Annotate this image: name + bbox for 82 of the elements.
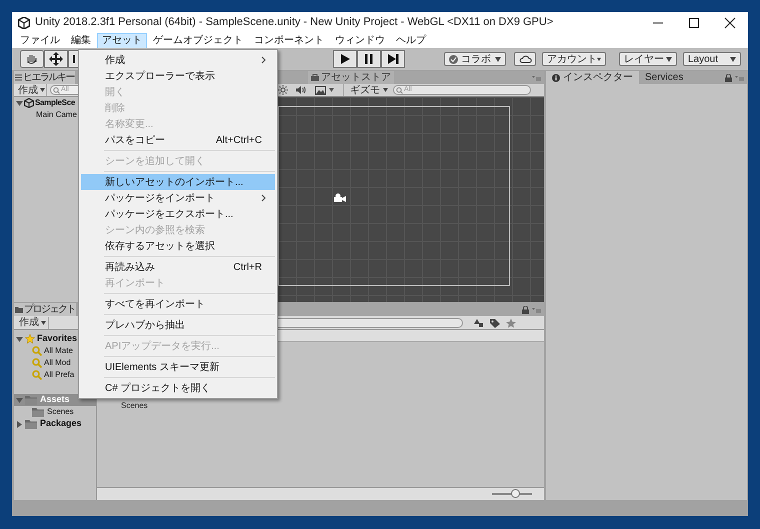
slider-thumb[interactable] <box>511 489 520 498</box>
star-icon[interactable] <box>505 318 517 328</box>
info-icon <box>552 74 560 82</box>
list-icon <box>15 74 22 81</box>
asset-label[interactable]: Scenes <box>121 400 148 410</box>
menu-item[interactable]: 作成 <box>81 52 275 68</box>
lock-icon[interactable] <box>725 74 732 82</box>
folder-icon <box>25 419 37 429</box>
dropdown-button[interactable]: アカウント <box>542 52 606 66</box>
shortcut-label: Ctrl+R <box>233 260 262 274</box>
caret-icon <box>40 88 45 92</box>
inspector-tab[interactable]: インスペクター <box>546 71 639 84</box>
menu-item[interactable]: 新しいアセットのインポート... <box>81 174 275 190</box>
menu-item[interactable]: 再読み込み Ctrl+R <box>81 259 275 275</box>
image-icon[interactable] <box>315 86 326 94</box>
pause-icon[interactable] <box>357 50 381 68</box>
sun-icon[interactable] <box>278 85 288 95</box>
dropdown-button[interactable]: Layout <box>683 52 741 66</box>
caret-icon[interactable] <box>329 88 334 92</box>
search-icon <box>53 86 60 94</box>
tree-item[interactable]: Packages <box>14 418 96 430</box>
cloud-icon <box>518 55 532 63</box>
menu-item[interactable]: C# プロジェクトを開く <box>81 380 275 396</box>
menu-item[interactable]: ゲームオブジェクト <box>148 32 248 48</box>
speaker-icon[interactable] <box>295 85 306 95</box>
star-icon <box>25 334 35 344</box>
menu-item[interactable]: ファイル <box>15 32 65 48</box>
menu-item[interactable]: すべてを再インポート <box>81 296 275 312</box>
menu-item[interactable]: エクスプローラーで表示 <box>81 68 275 84</box>
dropdown-button[interactable]: レイヤー <box>619 52 677 66</box>
expanded-arrow-icon <box>16 336 23 342</box>
unity-logo-icon <box>24 98 34 108</box>
lock-icon[interactable] <box>522 306 529 314</box>
camera-icon <box>333 193 347 203</box>
collapsed-arrow-icon <box>16 420 23 428</box>
menu-item[interactable]: 編集 <box>66 32 96 48</box>
create-dropdown[interactable]: 作成 <box>17 84 47 96</box>
folder-icon <box>25 395 37 405</box>
menu-item[interactable]: パッケージをインポート <box>81 190 275 206</box>
tree-item[interactable]: Scenes <box>14 406 96 418</box>
asset-store-tab[interactable]: アセットストア <box>308 71 394 84</box>
shapes-filter-icon[interactable] <box>473 318 485 328</box>
tag-icon[interactable] <box>489 318 501 328</box>
menu-item[interactable]: コンポーネント <box>249 32 329 48</box>
unity-logo-icon <box>18 16 30 28</box>
menu-item[interactable]: パッケージをエクスポート... <box>81 206 275 222</box>
hierarchy-tab[interactable]: ヒエラルキー <box>14 71 75 84</box>
search-icon <box>32 358 42 368</box>
step-icon[interactable] <box>381 50 405 68</box>
menu-item[interactable]: ヘルプ <box>391 32 431 48</box>
play-icon[interactable] <box>333 50 357 68</box>
caret-icon <box>495 56 501 62</box>
window-title: Unity 2018.2.3f1 Personal (64bit) - SampleScene.unity - New Unity Project - WebGL <DX11 on DX9 GPU> <box>35 15 554 30</box>
gizmos-dropdown[interactable]: ギズモ <box>343 84 390 96</box>
expanded-arrow-icon[interactable] <box>16 100 23 106</box>
caret-icon <box>666 56 672 62</box>
cloud-button[interactable] <box>514 52 536 66</box>
search-icon <box>32 346 42 356</box>
shortcut-label: Alt+Ctrl+C <box>216 134 262 148</box>
collab-button[interactable]: コラボ <box>444 52 506 66</box>
menu-item[interactable]: アセット <box>97 32 147 48</box>
search-icon <box>32 370 42 380</box>
menu-item[interactable]: 依存するアセットを選択 <box>81 238 275 254</box>
menu-item[interactable]: プレハブから抽出 <box>81 317 275 333</box>
caret-icon <box>383 88 388 92</box>
expanded-arrow-icon <box>16 396 23 404</box>
folder-icon <box>15 306 23 313</box>
check-circle-icon <box>449 54 458 64</box>
caret-icon <box>730 56 736 62</box>
store-icon <box>311 74 319 81</box>
inspector-tab[interactable]: Services <box>639 71 690 84</box>
search-icon <box>396 86 403 94</box>
create-dropdown[interactable]: 作成 <box>17 316 49 328</box>
folder-icon <box>32 407 44 417</box>
hand-tool-icon[interactable] <box>20 50 44 68</box>
scene-item[interactable]: SampleSce <box>35 97 75 109</box>
menu-item[interactable]: ウィンドウ <box>330 32 390 48</box>
menu-item[interactable]: パスをコピー Alt+Ctrl+C <box>81 132 275 148</box>
caret-icon <box>41 320 46 324</box>
caret-icon <box>597 56 601 62</box>
project-tab[interactable]: プロジェクト <box>14 303 76 316</box>
gameobject-item[interactable]: Main Came <box>36 109 77 121</box>
